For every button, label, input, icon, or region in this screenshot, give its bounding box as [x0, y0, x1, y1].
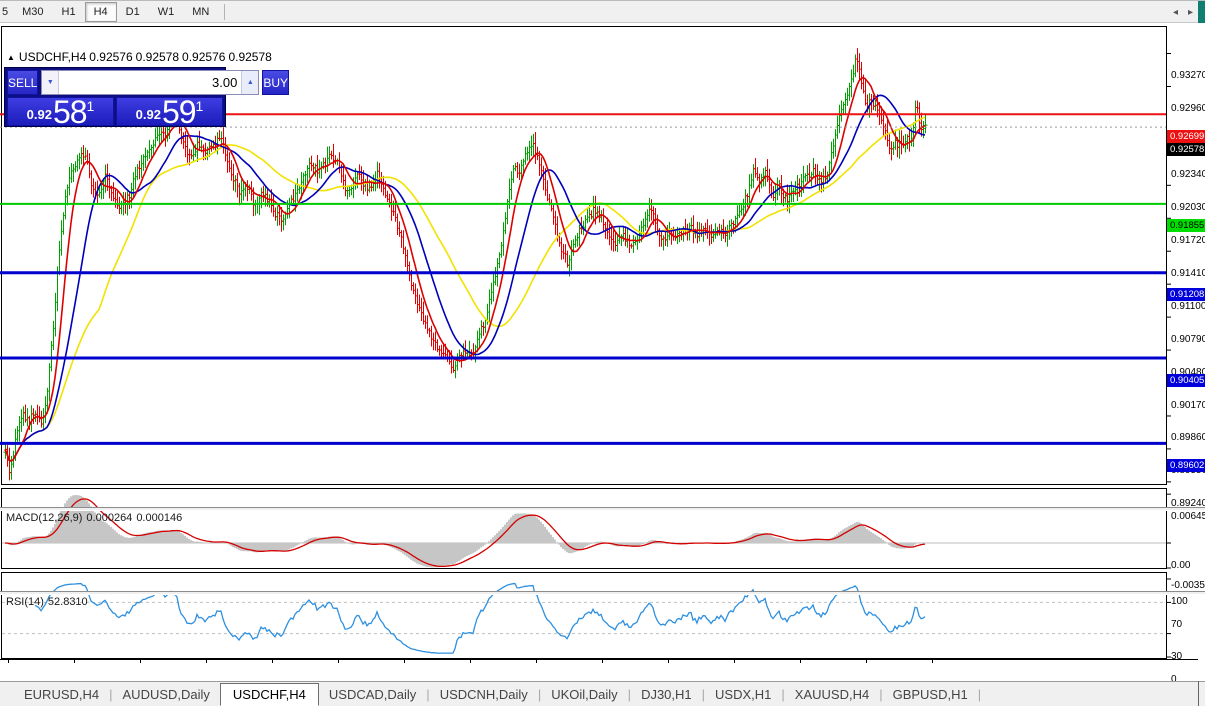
sell-price-sup: 1 — [87, 100, 95, 112]
buy-price-sup: 1 — [196, 100, 204, 112]
price-badge-0.91208: 0.91208 — [1167, 288, 1205, 301]
tab-ukoil-daily[interactable]: UKOil,Daily — [541, 684, 627, 705]
price-tick-label: 0.92030 — [1171, 202, 1205, 213]
price-badge-0.90405: 0.90405 — [1167, 374, 1205, 387]
pane-separator[interactable] — [0, 591, 1205, 595]
price-tick-label: 0.91720 — [1171, 235, 1205, 246]
tab-gbpusd-h1[interactable]: GBPUSD,H1 — [883, 684, 978, 705]
sell-price[interactable]: 0.92581 — [7, 97, 114, 126]
tabbar-edge-line — [1198, 681, 1199, 706]
price-tick-label: 0.90170 — [1171, 400, 1205, 411]
price-tick-label: 0.89240 — [1171, 498, 1205, 509]
window-edge-strip — [1198, 1, 1205, 23]
tab-separator: | — [978, 687, 981, 702]
macd-tick-label: 0.00 — [1171, 560, 1190, 571]
rsi-tick-label: 100 — [1171, 596, 1188, 607]
volume-stepper: ▼ ▲ — [41, 70, 259, 95]
price-tick-label: 0.92340 — [1171, 169, 1205, 180]
timeframe-button-m30[interactable]: M30 — [13, 2, 52, 22]
price-tick-label: 0.91100 — [1171, 301, 1205, 312]
tab-eurusd-h4[interactable]: EURUSD,H4 — [14, 684, 109, 705]
one-click-trading-panel: SELL ▼ ▲ BUY 0.92581 0.92591 — [4, 67, 226, 127]
sell-price-big: 58 — [53, 99, 87, 125]
volume-increase-button[interactable]: ▲ — [241, 71, 258, 94]
price-tick-label: 0.92960 — [1171, 103, 1205, 114]
tab-xauusd-h4[interactable]: XAUUSD,H4 — [785, 684, 879, 705]
tab-usdx-h1[interactable]: USDX,H1 — [705, 684, 781, 705]
timeframe-button-h1[interactable]: H1 — [53, 2, 85, 22]
price-badge-0.91855: 0.91855 — [1167, 219, 1205, 232]
macd-tick-label: 0.006451 — [1171, 511, 1205, 522]
sell-button[interactable]: SELL — [7, 70, 38, 95]
chart-tab-bar: EURUSD,H4 | AUDUSD,DailyUSDCHF,H4USDCAD,Da… — [0, 681, 1205, 706]
timeframe-button-d1[interactable]: D1 — [117, 2, 149, 22]
rsi-value: 52.8310 — [48, 596, 88, 608]
rsi-label-row: RSI(14) 52.8310 — [6, 596, 92, 608]
macd-signal-value: 0.000146 — [136, 512, 182, 524]
rsi-tick-label: 70 — [1171, 619, 1182, 630]
chart-window: ▲USDCHF,H40.925760.925780.925760.92578 S… — [0, 23, 1205, 681]
tab-usdcnh-daily[interactable]: USDCNH,Daily — [430, 684, 538, 705]
price-tick-label: 0.89860 — [1171, 432, 1205, 443]
macd-label-row: MACD(12,26,9) 0.000264 0.000146 — [6, 512, 186, 524]
tab-usdchf-h4[interactable]: USDCHF,H4 — [220, 683, 319, 706]
macd-label: MACD(12,26,9) — [6, 512, 82, 524]
timeframe-button-h4[interactable]: H4 — [85, 2, 117, 22]
tab-scroll-right-button[interactable]: ▸ — [1188, 7, 1193, 18]
buy-price-big: 59 — [162, 99, 196, 125]
ohlc-open: 0.92576 — [89, 50, 132, 64]
chart-title: ▲USDCHF,H40.925760.925780.925760.92578 — [7, 50, 275, 64]
price-tick-label: 0.90790 — [1171, 334, 1205, 345]
volume-decrease-button[interactable]: ▼ — [42, 71, 59, 94]
price-tick-label: 0.93270 — [1171, 70, 1205, 81]
macd-main-value: 0.000264 — [86, 512, 132, 524]
tab-scroll-left-button[interactable]: ◂ — [1173, 7, 1178, 18]
timeframe-toolbar: 5M30H1H4D1W1MN — [0, 1, 1198, 23]
timeframe-button-w1[interactable]: W1 — [149, 2, 184, 22]
buy-price[interactable]: 0.92591 — [116, 97, 223, 126]
tab-dj30-h1[interactable]: DJ30,H1 — [631, 684, 702, 705]
chart-collapse-icon[interactable]: ▲ — [7, 53, 15, 62]
buy-button[interactable]: BUY — [262, 70, 289, 95]
price-badge-0.89602: 0.89602 — [1167, 459, 1205, 472]
macd-tick-label: -0.00350 — [1171, 580, 1205, 591]
tab-audusd-daily[interactable]: AUDUSD,Daily — [113, 684, 220, 705]
pane-separator[interactable] — [0, 507, 1205, 511]
sell-price-prefix: 0.92 — [27, 107, 52, 122]
trading-app-window: 5M30H1H4D1W1MN ▲USDCHF,H40.925760.925780… — [0, 0, 1205, 706]
ohlc-low: 0.92576 — [182, 50, 225, 64]
timeframe-button-5[interactable]: 5 — [0, 2, 13, 22]
ohlc-close: 0.92578 — [228, 50, 271, 64]
rsi-label: RSI(14) — [6, 596, 44, 608]
ohlc-high: 0.92578 — [136, 50, 179, 64]
toolbar-divider — [224, 4, 225, 20]
volume-input[interactable] — [59, 71, 241, 94]
buy-price-prefix: 0.92 — [136, 107, 161, 122]
chart-symbol: USDCHF,H4 — [19, 50, 86, 64]
price-tick-label: 0.91410 — [1171, 268, 1205, 279]
timeframe-button-mn[interactable]: MN — [183, 2, 218, 22]
tab-usdcad-daily[interactable]: USDCAD,Daily — [319, 684, 426, 705]
rsi-tick-label: 30 — [1171, 651, 1182, 662]
price-badge-0.92578: 0.92578 — [1167, 143, 1205, 156]
price-badge-0.92699: 0.92699 — [1167, 130, 1205, 143]
